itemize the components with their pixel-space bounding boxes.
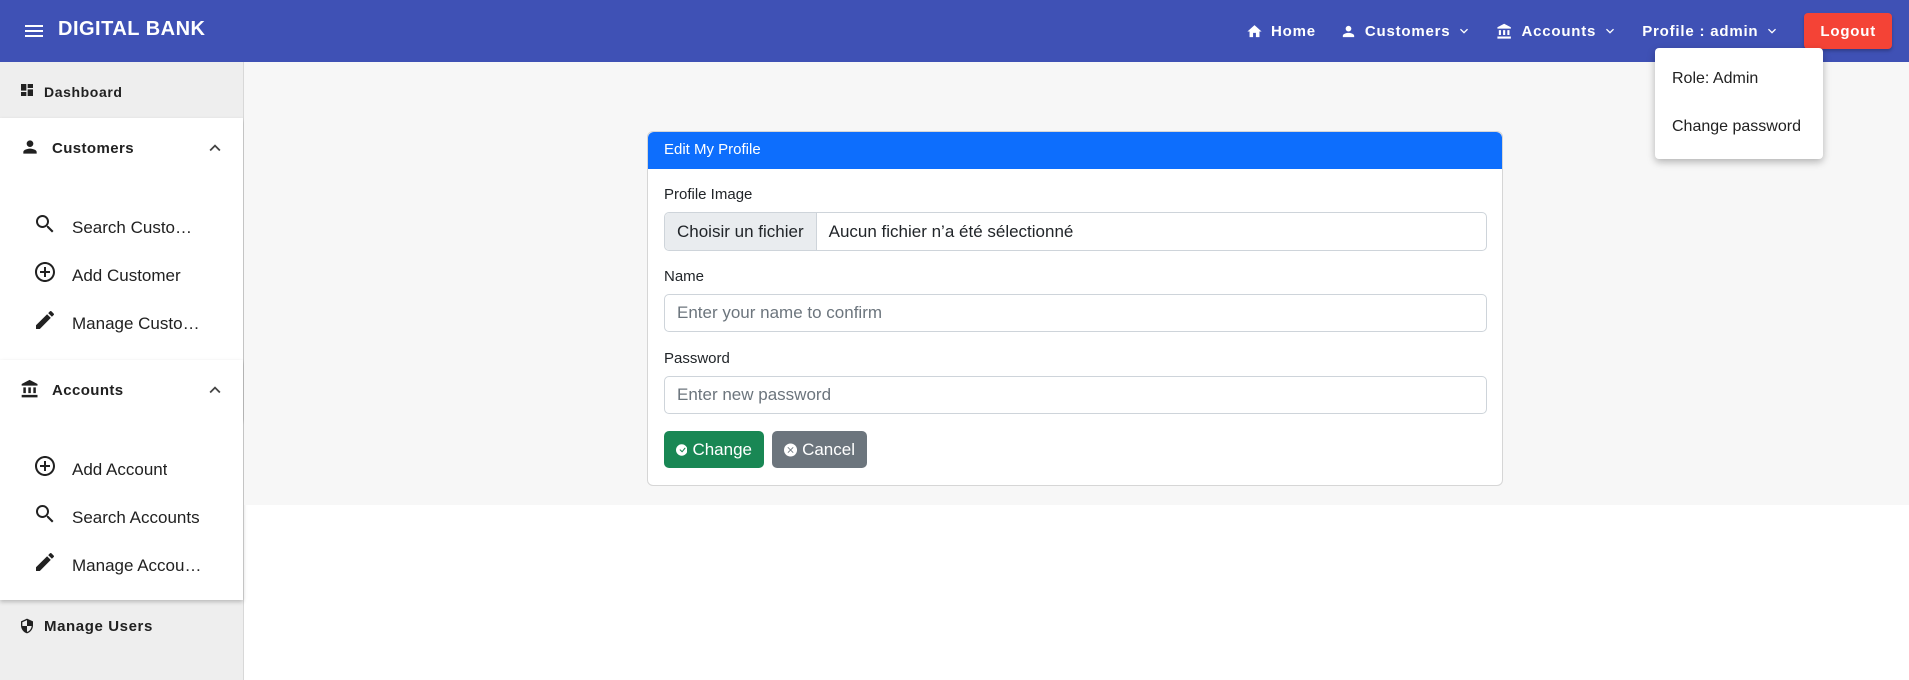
- sidebar-item-label: Search Customers: [72, 218, 204, 237]
- nav-profile[interactable]: Profile : admin: [1642, 23, 1780, 40]
- home-icon: [1247, 24, 1262, 37]
- check-circle-icon: [676, 443, 688, 456]
- nav-accounts[interactable]: Accounts: [1496, 23, 1618, 40]
- add-circle-icon: [35, 456, 55, 476]
- menu-item-change-password[interactable]: Change password: [1655, 103, 1823, 151]
- sidebar-item-label: Add Customer: [72, 266, 181, 285]
- person-icon: [23, 140, 37, 154]
- accounts-panel-header[interactable]: Accounts: [0, 360, 243, 422]
- chevron-down-icon: [1460, 28, 1469, 34]
- password-input[interactable]: [664, 376, 1487, 414]
- sidebar-item-label: Manage Accounts: [72, 556, 204, 575]
- dashboard-icon: [21, 84, 33, 96]
- sidebar-item-label: Search Accounts: [72, 508, 200, 527]
- accounts-panel: Accounts Add Account Search Accounts Man…: [0, 360, 243, 600]
- card-title: Edit My Profile: [648, 132, 1502, 169]
- change-button[interactable]: Change: [664, 431, 764, 468]
- bank-icon: [21, 379, 38, 398]
- sidebar-item-manage-accounts[interactable]: Manage Accounts: [0, 542, 243, 586]
- sidebar-item-label: Add Account: [72, 460, 168, 479]
- nav-customers[interactable]: Customers: [1340, 23, 1473, 40]
- accounts-panel-label: Accounts: [52, 382, 124, 399]
- bank-icon: [1497, 23, 1512, 39]
- top-toolbar: DIGITAL BANK Home Customers Accounts Pro…: [0, 0, 1909, 62]
- sidebar-item-add-customer[interactable]: Add Customer: [0, 252, 243, 296]
- sidebar-item-label: Manage Users: [44, 618, 153, 635]
- cancel-button[interactable]: Cancel: [772, 431, 867, 468]
- app-title: DIGITAL BANK: [58, 18, 206, 40]
- chevron-down-icon: [1768, 28, 1777, 34]
- search-icon: [36, 505, 54, 523]
- change-button-label: Change: [692, 439, 752, 459]
- chevron-up-icon: [209, 386, 221, 394]
- logout-button[interactable]: Logout: [1804, 13, 1892, 49]
- name-input[interactable]: [664, 294, 1487, 332]
- nav-profile-label: Profile : admin: [1642, 22, 1759, 40]
- customers-panel-header[interactable]: Customers: [0, 118, 243, 180]
- profile-image-file-input[interactable]: Choisir un fichier Aucun fichier n’a été…: [664, 212, 1487, 251]
- customers-panel-label: Customers: [52, 140, 134, 157]
- edit-icon: [36, 553, 54, 571]
- shield-icon: [21, 618, 33, 634]
- x-circle-icon: [784, 442, 798, 457]
- menu-item-role[interactable]: Role: Admin: [1655, 55, 1823, 103]
- edit-icon: [36, 311, 54, 329]
- nav-home-label: Home: [1271, 22, 1316, 40]
- chevron-down-icon: [1606, 28, 1615, 34]
- sidebar-item-manage-users[interactable]: Manage Users: [0, 600, 243, 652]
- edit-profile-card: Edit My Profile Profile Image Choisir un…: [647, 131, 1503, 486]
- cancel-button-label: Cancel: [802, 439, 855, 459]
- name-label: Name: [664, 268, 705, 285]
- search-icon: [36, 215, 54, 233]
- sidebar-item-search-accounts[interactable]: Search Accounts: [0, 494, 243, 538]
- sidebar-item-search-customers[interactable]: Search Customers: [0, 204, 243, 248]
- sidebar-item-manage-customers[interactable]: Manage Customers: [0, 300, 243, 344]
- nav-home[interactable]: Home: [1246, 23, 1316, 40]
- choose-file-button[interactable]: Choisir un fichier: [665, 213, 817, 250]
- nav-customers-label: Customers: [1364, 22, 1451, 40]
- chevron-up-icon: [209, 144, 221, 152]
- sidebar-item-dashboard[interactable]: Dashboard: [0, 62, 243, 118]
- profile-dropdown-menu: Role: Admin Change password: [1655, 48, 1823, 159]
- add-circle-icon: [35, 262, 55, 282]
- sidebar-item-label: Manage Customers: [72, 314, 204, 333]
- sidebar-item-add-account[interactable]: Add Account: [0, 446, 243, 490]
- menu-icon[interactable]: [22, 19, 46, 43]
- password-label: Password: [664, 350, 730, 367]
- sidebar-item-label: Dashboard: [44, 84, 123, 100]
- sidebar: Dashboard Customers Search Customers Add…: [0, 62, 244, 680]
- file-status-text: Aucun fichier n’a été sélectionné: [828, 222, 1074, 241]
- person-icon: [1342, 25, 1355, 37]
- profile-image-label: Profile Image: [664, 186, 753, 203]
- nav-accounts-label: Accounts: [1521, 22, 1597, 40]
